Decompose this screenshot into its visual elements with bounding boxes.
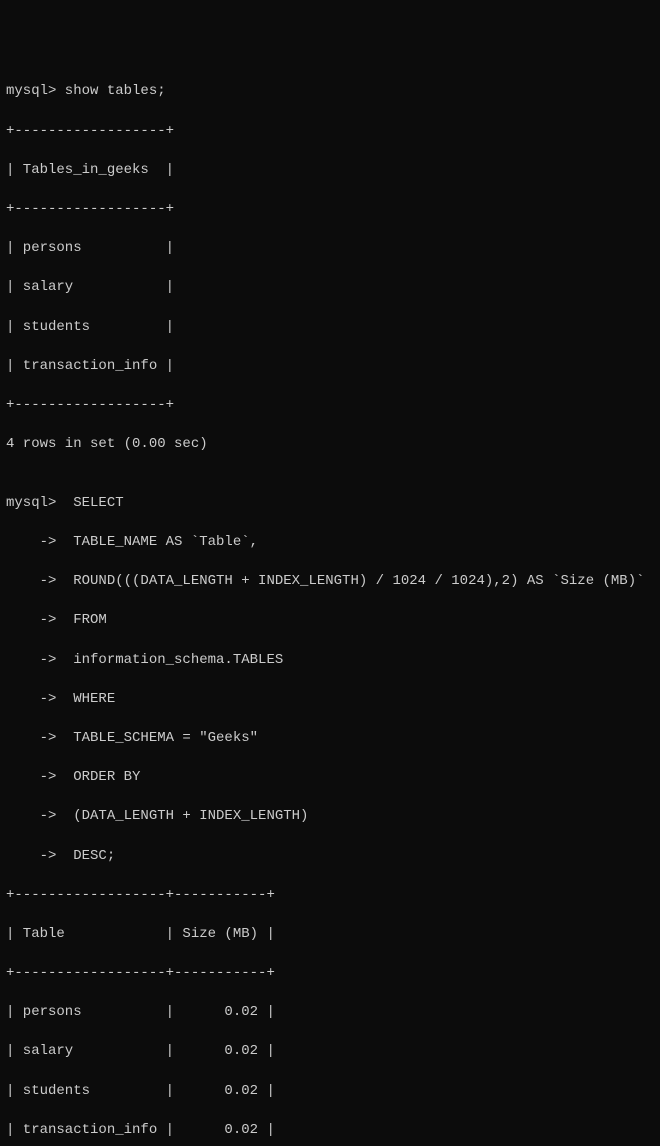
query-continuation: -> ROUND(((DATA_LENGTH + INDEX_LENGTH) /… — [6, 572, 654, 592]
table-row: | transaction_info | — [6, 357, 654, 377]
query-continuation: -> WHERE — [6, 690, 654, 710]
table-border: +------------------+-----------+ — [6, 964, 654, 984]
table-row: | transaction_info | 0.02 | — [6, 1121, 654, 1141]
mysql-prompt-line: mysql> SELECT — [6, 494, 654, 514]
table-border: +------------------+ — [6, 122, 654, 142]
query-continuation: -> information_schema.TABLES — [6, 651, 654, 671]
table-row: | students | — [6, 318, 654, 338]
query-continuation: -> TABLE_NAME AS `Table`, — [6, 533, 654, 553]
table-row: | students | 0.02 | — [6, 1082, 654, 1102]
query-continuation: -> ORDER BY — [6, 768, 654, 788]
table-row: | persons | 0.02 | — [6, 1003, 654, 1023]
table-border: +------------------+ — [6, 396, 654, 416]
query-continuation: -> DESC; — [6, 847, 654, 867]
table-header: | Tables_in_geeks | — [6, 161, 654, 181]
table-row: | salary | 0.02 | — [6, 1042, 654, 1062]
table-header: | Table | Size (MB) | — [6, 925, 654, 945]
result-summary: 4 rows in set (0.00 sec) — [6, 435, 654, 455]
table-row: | persons | — [6, 239, 654, 259]
mysql-prompt-line: mysql> show tables; — [6, 82, 654, 102]
query-continuation: -> FROM — [6, 611, 654, 631]
table-border: +------------------+ — [6, 200, 654, 220]
query-continuation: -> TABLE_SCHEMA = "Geeks" — [6, 729, 654, 749]
table-border: +------------------+-----------+ — [6, 886, 654, 906]
table-row: | salary | — [6, 278, 654, 298]
query-continuation: -> (DATA_LENGTH + INDEX_LENGTH) — [6, 807, 654, 827]
